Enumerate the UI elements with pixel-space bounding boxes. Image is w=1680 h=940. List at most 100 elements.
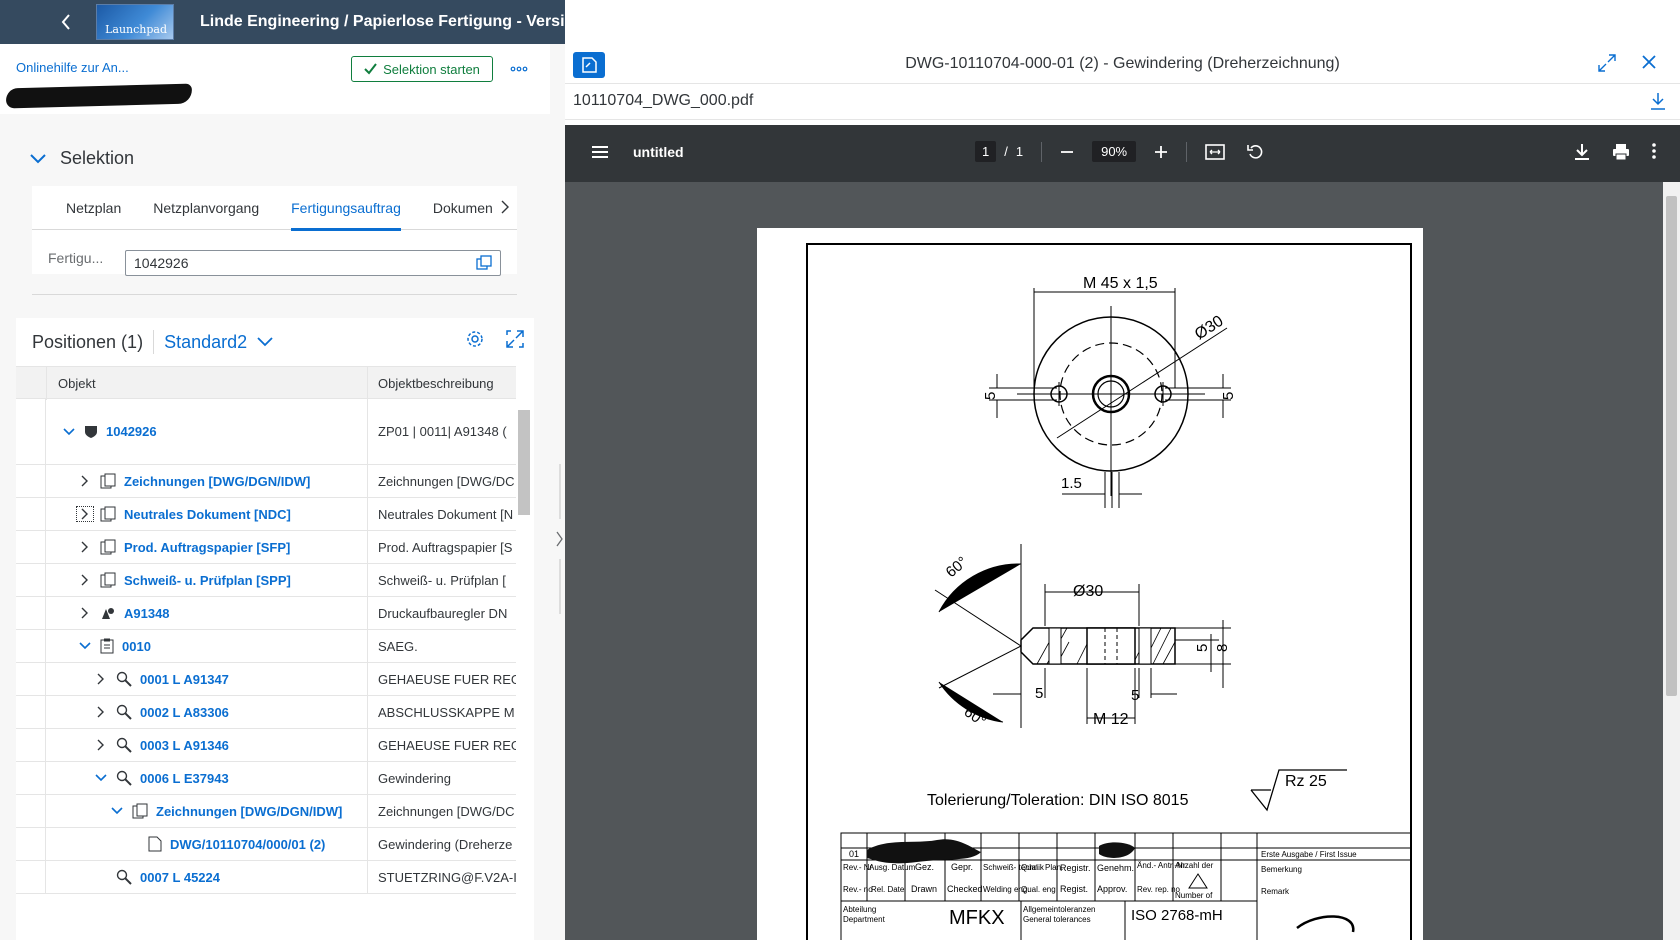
- tree-node[interactable]: Schweiß- u. Prüfplan [SPP]: [78, 564, 291, 596]
- scrollbar-thumb[interactable]: [1666, 196, 1677, 696]
- table-row[interactable]: Schweiß- u. Prüfplan [SPP] Schweiß- u. P…: [16, 564, 516, 597]
- table-row[interactable]: 0002 L A83306 ABSCHLUSSKAPPE M: [16, 696, 516, 729]
- tree-node[interactable]: 0003 L A91346: [94, 729, 229, 761]
- row-object-label[interactable]: 1042926: [106, 424, 157, 439]
- table-row[interactable]: Zeichnungen [DWG/DGN/IDW] Zeichnungen [D…: [16, 795, 516, 828]
- expand-icon[interactable]: [78, 541, 92, 553]
- expand-icon[interactable]: [78, 475, 92, 487]
- row-selector[interactable]: [16, 465, 46, 497]
- tab-netzplan[interactable]: Netzplan: [66, 186, 121, 230]
- launchpad-logo[interactable]: Launchpad: [96, 4, 174, 40]
- table-row[interactable]: 0006 L E37943 Gewindering: [16, 762, 516, 795]
- row-object-label[interactable]: DWG/10110704/000/01 (2): [170, 837, 325, 852]
- row-object-label[interactable]: 0007 L 45224: [140, 870, 220, 885]
- zoom-level-input[interactable]: 90%: [1092, 141, 1137, 162]
- more-vertical-icon[interactable]: [1652, 143, 1656, 159]
- tab-netzplanvorgang[interactable]: Netzplanvorgang: [153, 186, 259, 230]
- row-selector[interactable]: [16, 399, 46, 464]
- tree-node[interactable]: Zeichnungen [DWG/DGN/IDW]: [110, 795, 342, 827]
- tree-node[interactable]: A91348: [78, 597, 170, 629]
- online-help-link[interactable]: Onlinehilfe zur An...: [16, 60, 129, 75]
- search-icon[interactable]: [565, 13, 583, 31]
- rotate-icon[interactable]: [1247, 143, 1265, 161]
- tree-node[interactable]: 0007 L 45224: [116, 861, 220, 893]
- row-selector[interactable]: [16, 861, 46, 893]
- more-options-button[interactable]: [505, 56, 533, 82]
- value-help-icon[interactable]: [476, 255, 492, 271]
- tree-node[interactable]: DWG/10110704/000/01 (2): [148, 828, 325, 860]
- table-row[interactable]: 0010 SAEG.: [16, 630, 516, 663]
- selektion-panel-header[interactable]: Selektion: [30, 148, 134, 169]
- tab-fertigungsauftrag[interactable]: Fertigungsauftrag: [291, 186, 401, 231]
- download-icon[interactable]: [1574, 143, 1590, 161]
- table-row[interactable]: Zeichnungen [DWG/DGN/IDW] Zeichnungen [D…: [16, 465, 516, 498]
- tree-node[interactable]: Neutrales Dokument [NDC]: [76, 498, 291, 530]
- row-selector[interactable]: [16, 762, 46, 794]
- table-row[interactable]: A91348 Druckaufbauregler DN: [16, 597, 516, 630]
- collapse-icon[interactable]: [78, 642, 92, 650]
- expand-icon[interactable]: [94, 706, 108, 718]
- row-selector[interactable]: [16, 531, 46, 563]
- zoom-out-icon[interactable]: [1060, 145, 1074, 159]
- tree-node[interactable]: 0006 L E37943: [94, 762, 229, 794]
- row-selector[interactable]: [16, 663, 46, 695]
- expand-icon[interactable]: [94, 673, 108, 685]
- row-selector[interactable]: [16, 729, 46, 761]
- row-object-label[interactable]: 0002 L A83306: [140, 705, 229, 720]
- close-icon[interactable]: [1642, 55, 1656, 69]
- table-row[interactable]: 0003 L A91346 GEHAEUSE FUER REG: [16, 729, 516, 762]
- row-object-label[interactable]: 0010: [122, 639, 151, 654]
- table-row[interactable]: Prod. Auftragspapier [SFP] Prod. Auftrag…: [16, 531, 516, 564]
- expand-icon[interactable]: [78, 574, 92, 586]
- row-selector[interactable]: [16, 795, 46, 827]
- tab-dokumente[interactable]: Dokumen: [433, 186, 493, 230]
- tree-node[interactable]: 0010: [78, 630, 151, 662]
- table-row[interactable]: 0001 L A91347 GEHAEUSE FUER REG: [16, 663, 516, 696]
- row-selector[interactable]: [16, 630, 46, 662]
- variant-selector[interactable]: Standard2: [164, 332, 273, 353]
- row-selector[interactable]: [16, 828, 46, 860]
- settings-gear-icon[interactable]: [466, 330, 484, 348]
- row-object-label[interactable]: Zeichnungen [DWG/DGN/IDW]: [156, 804, 342, 819]
- table-row[interactable]: 1042926 ZP01 | 0011| A91348 (: [16, 399, 516, 465]
- table-row[interactable]: DWG/10110704/000/01 (2) Gewindering (Dre…: [16, 828, 516, 861]
- download-icon[interactable]: [1650, 92, 1666, 110]
- tree-node[interactable]: Zeichnungen [DWG/DGN/IDW]: [78, 465, 310, 497]
- row-selector[interactable]: [16, 696, 46, 728]
- row-object-label[interactable]: Schweiß- u. Prüfplan [SPP]: [124, 573, 291, 588]
- column-object[interactable]: Objekt: [58, 376, 96, 391]
- row-object-label[interactable]: Prod. Auftragspapier [SFP]: [124, 540, 290, 555]
- page-number-input[interactable]: 1: [975, 141, 997, 162]
- row-selector[interactable]: [16, 498, 46, 530]
- row-object-label[interactable]: 0006 L E37943: [140, 771, 229, 786]
- print-icon[interactable]: [1612, 143, 1630, 161]
- expand-icon[interactable]: [94, 739, 108, 751]
- user-icon[interactable]: [609, 13, 625, 31]
- fit-page-icon[interactable]: [1205, 143, 1225, 160]
- tree-node[interactable]: 0001 L A91347: [94, 663, 229, 695]
- column-description[interactable]: Objektbeschreibung: [378, 376, 494, 391]
- table-row[interactable]: Neutrales Dokument [NDC] Neutrales Dokum…: [16, 498, 516, 531]
- menu-icon[interactable]: [591, 145, 609, 159]
- row-selector[interactable]: [16, 564, 46, 596]
- expand-icon[interactable]: [78, 607, 92, 619]
- table-row[interactable]: 0007 L 45224 STUETZRING@F.V2A-I: [16, 861, 516, 894]
- tree-node[interactable]: 1042926: [62, 399, 157, 464]
- fertigungsauftrag-input[interactable]: 1042926: [125, 250, 501, 276]
- tab-scroll-right-button[interactable]: [501, 200, 509, 219]
- zoom-in-icon[interactable]: [1154, 145, 1168, 159]
- row-selector[interactable]: [16, 597, 46, 629]
- table-vertical-scrollbar[interactable]: [518, 410, 530, 515]
- expand-icon[interactable]: [76, 506, 94, 522]
- collapse-icon[interactable]: [62, 427, 76, 436]
- fullscreen-icon[interactable]: [1598, 54, 1616, 72]
- start-selection-button[interactable]: Selektion starten: [351, 56, 493, 82]
- row-object-label[interactable]: 0001 L A91347: [140, 672, 229, 687]
- back-button[interactable]: [44, 0, 88, 44]
- tree-node[interactable]: Prod. Auftragspapier [SFP]: [78, 531, 290, 563]
- collapse-icon[interactable]: [110, 807, 124, 815]
- tree-node[interactable]: 0002 L A83306: [94, 696, 229, 728]
- row-object-label[interactable]: A91348: [124, 606, 170, 621]
- row-object-label[interactable]: Neutrales Dokument [NDC]: [124, 507, 291, 522]
- fullscreen-icon[interactable]: [506, 330, 524, 348]
